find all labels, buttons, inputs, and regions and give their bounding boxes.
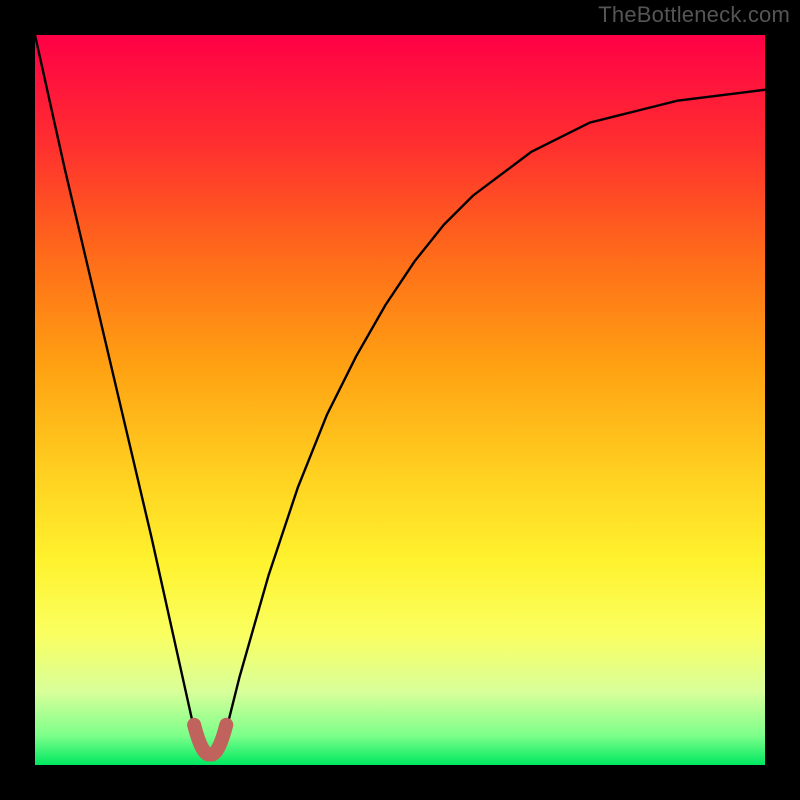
bottleneck-chart bbox=[0, 0, 800, 800]
plot-background bbox=[35, 35, 765, 765]
outer-frame: TheBottleneck.com bbox=[0, 0, 800, 800]
attribution-label: TheBottleneck.com bbox=[598, 2, 790, 28]
